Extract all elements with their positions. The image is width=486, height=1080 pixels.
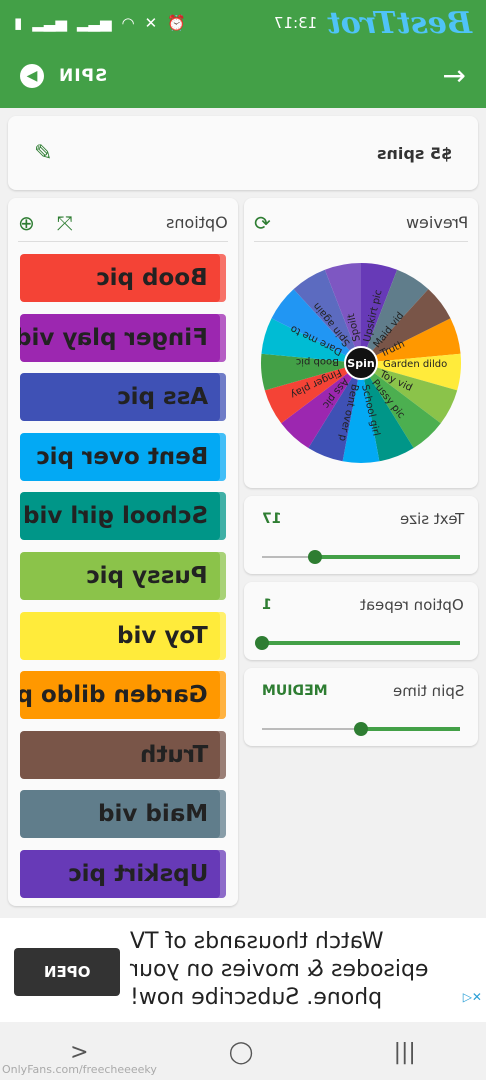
signal-icon-2: ▂▃▅ xyxy=(76,14,112,32)
battery-icon: ▮ xyxy=(14,14,23,32)
slider-thumb[interactable] xyxy=(308,550,323,564)
shuffle-icon[interactable]: ⤧ xyxy=(57,211,73,235)
preview-card: ⟳ Preview Upskirt pic Maid vid Truth Garden… xyxy=(244,198,478,488)
app-header: ▮ ▂▃▅ ▂▃▅ ◠ ✕ ⏰ 13:17 BestTrot ◀ SPIN → xyxy=(0,0,486,108)
wheel-preview[interactable]: Upskirt pic Maid vid Truth Garden dildo Toy … xyxy=(258,260,464,466)
wheel-svg: Upskirt picMaid vidTruthGarden dildoToy … xyxy=(261,263,461,463)
status-time: 13:17 xyxy=(273,14,317,32)
option-item[interactable]: Finger play vid xyxy=(20,313,226,362)
option-repeat-label: Option repeat xyxy=(360,596,464,614)
option-label: School girl vid xyxy=(23,503,208,530)
wheel-label: Garden dildo xyxy=(383,359,447,370)
page-title: SPIN xyxy=(58,66,108,86)
wifi-icon: ◠ xyxy=(121,14,135,32)
options-card: ⊕ ⤧ Options Boob pic Finger play vid Ass p… xyxy=(8,198,238,906)
option-item[interactable]: Pussy pic xyxy=(20,551,226,600)
back-arrow-icon: ◀ xyxy=(20,64,44,88)
wheel-center-label: Spin xyxy=(347,357,374,370)
status-bar: ▮ ▂▃▅ ▂▃▅ ◠ ✕ ⏰ 13:17 BestTrot xyxy=(14,6,472,41)
text-size-label: Text size xyxy=(399,510,464,528)
spin-time-label: Spin time xyxy=(392,682,464,700)
preview-label: Preview xyxy=(405,213,468,232)
options-header: ⊕ ⤧ Options xyxy=(18,204,228,242)
forward-arrow-icon[interactable]: → xyxy=(443,62,466,90)
slider-fill xyxy=(315,555,460,559)
slider-fill xyxy=(262,641,460,645)
watermark: OnlyFans.com/freecheeeeky xyxy=(2,1063,157,1076)
mute-icon: ✕ xyxy=(144,14,158,32)
spin-time-slider[interactable] xyxy=(262,722,460,736)
option-repeat-value: 1 xyxy=(262,597,272,613)
option-label: Toy vid xyxy=(117,622,208,649)
signal-icon: ▂▃▅ xyxy=(32,14,67,32)
recents-nav-icon[interactable]: ||| xyxy=(394,1040,416,1065)
option-item[interactable]: Garden dildo pic xyxy=(20,671,226,720)
ad-banner[interactable]: OPEN Watch thousands of TV episodes & mo… xyxy=(0,918,486,1022)
option-item[interactable]: Maid vid xyxy=(20,790,226,839)
option-label: Maid vid xyxy=(97,801,208,828)
options-list: Boob pic Finger play vid Ass pic Bent over … xyxy=(20,254,226,910)
ad-text: Watch thousands of TV episodes & movies … xyxy=(130,928,460,1012)
slider-thumb[interactable] xyxy=(354,722,368,736)
ad-line-2: episodes & movies on your xyxy=(130,957,429,982)
logo: BestTrot xyxy=(326,5,472,41)
ad-open-label: OPEN xyxy=(43,963,91,981)
slider-fill xyxy=(361,727,460,731)
text-size-value: 17 xyxy=(262,511,282,527)
back-nav-icon[interactable]: > xyxy=(70,1040,88,1065)
ad-line-1: Watch thousands of TV xyxy=(130,929,384,954)
option-repeat-slider[interactable] xyxy=(255,636,460,650)
option-repeat-card: 1 Option repeat xyxy=(244,582,478,660)
option-item[interactable]: Ass pic xyxy=(20,373,226,422)
preview-header: ⟳ Preview xyxy=(254,204,468,242)
option-label: Upskirt pic xyxy=(67,860,208,887)
option-label: Bent over pic xyxy=(35,443,208,470)
edit-icon[interactable]: ✎ xyxy=(34,141,52,166)
home-nav-icon[interactable]: ◯ xyxy=(229,1040,254,1065)
spin-time-value: MEDIUM xyxy=(262,683,328,699)
spin-name: $5 spins xyxy=(376,143,452,163)
option-label: Boob pic xyxy=(96,265,208,291)
option-item[interactable]: Bent over pic xyxy=(20,432,226,481)
toolbar: ◀ SPIN → xyxy=(0,58,486,94)
text-size-slider[interactable] xyxy=(262,550,460,564)
alarm-icon: ⏰ xyxy=(167,14,186,32)
ad-line-3: phone. Subscribe now! xyxy=(130,985,383,1010)
back-button[interactable]: ◀ SPIN xyxy=(20,64,107,88)
ad-open-button[interactable]: OPEN xyxy=(14,948,120,996)
option-label: Ass pic xyxy=(116,384,208,411)
refresh-icon[interactable]: ⟳ xyxy=(254,211,271,235)
spin-name-card: ✎ $5 spins xyxy=(8,116,478,190)
spin-time-card: MEDIUM Spin time xyxy=(244,668,478,746)
option-item[interactable]: School girl vid xyxy=(20,492,226,541)
option-label: Pussy pic xyxy=(86,562,208,589)
status-icons: ▮ ▂▃▅ ▂▃▅ ◠ ✕ ⏰ xyxy=(14,14,186,32)
option-item[interactable]: Truth xyxy=(20,730,226,779)
option-label: Garden dildo pic xyxy=(20,682,208,709)
option-item[interactable]: Toy vid xyxy=(20,611,226,660)
option-item[interactable]: Upskirt pic xyxy=(20,849,226,898)
option-item[interactable]: Boob pic xyxy=(20,254,226,302)
option-label: Finger play vid xyxy=(20,324,208,351)
option-label: Truth xyxy=(139,741,208,768)
options-label: Options xyxy=(166,213,228,232)
wheel-label: Boob pic xyxy=(296,356,339,367)
ad-choices-icon[interactable]: ▷✕ xyxy=(463,990,482,1004)
add-icon[interactable]: ⊕ xyxy=(18,211,35,235)
slider-thumb[interactable] xyxy=(255,636,269,650)
options-actions: ⊕ ⤧ xyxy=(18,211,73,235)
status-right: 13:17 BestTrot xyxy=(274,6,472,41)
text-size-card: 17 Text size xyxy=(244,496,478,574)
